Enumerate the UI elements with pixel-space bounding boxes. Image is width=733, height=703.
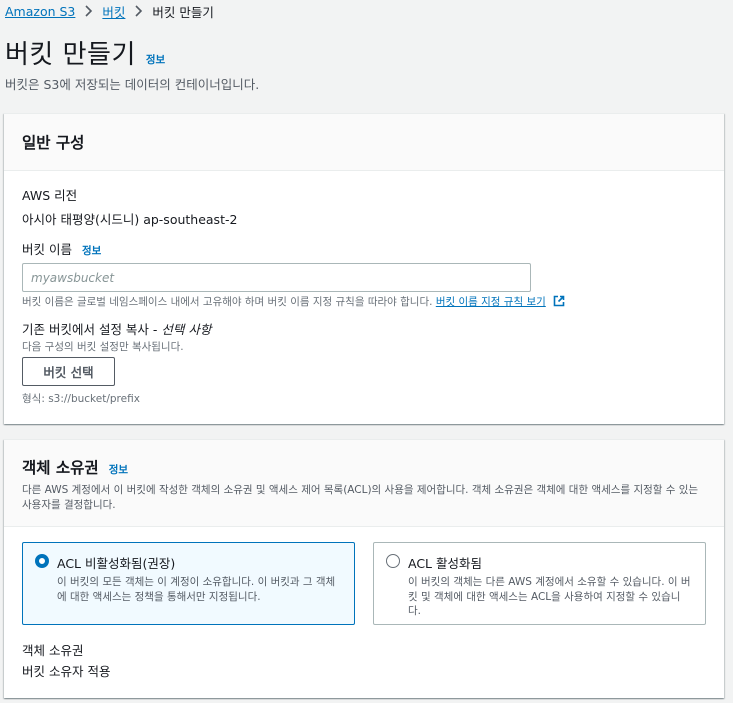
option-acl-enabled-desc: 이 버킷의 객체는 다른 AWS 계정에서 소유할 수 있습니다. 이 버킷 및…: [408, 576, 691, 617]
chevron-right-icon: [134, 5, 143, 17]
copy-settings-label-main: 기존 버킷에서 설정 복사 -: [22, 322, 158, 337]
choose-bucket-button[interactable]: 버킷 선택: [22, 357, 115, 386]
object-ownership-info-link[interactable]: 정보: [109, 462, 128, 477]
copy-settings-optional: 선택 사항: [161, 322, 212, 337]
object-owner-value: 버킷 소유자 적용: [22, 664, 111, 679]
object-ownership-panel: 객체 소유권 정보 다른 AWS 계정에서 이 버킷에 작성한 객체의 소유권 …: [4, 439, 724, 698]
breadcrumb: Amazon S3 버킷 버킷 만들기: [5, 2, 214, 20]
breadcrumb-amazon-s3[interactable]: Amazon S3: [5, 4, 75, 19]
bucket-name-help: 버킷 이름은 글로벌 네임스페이스 내에서 고유해야 하며 버킷 이름 지정 규…: [22, 294, 565, 310]
region-label: AWS 리전: [22, 188, 78, 203]
external-link-icon[interactable]: [553, 295, 565, 310]
bucket-name-info-link[interactable]: 정보: [82, 243, 101, 258]
object-owner-label: 객체 소유권: [22, 643, 84, 658]
general-config-panel: 일반 구성 AWS 리전 아시아 태평양(시드니) ap-southeast-2…: [4, 113, 724, 424]
copy-settings-desc: 다음 구성의 버킷 설정만 복사됩니다.: [22, 341, 184, 353]
object-ownership-heading: 객체 소유권: [22, 459, 99, 477]
region-value: 아시아 태평양(시드니) ap-southeast-2: [22, 212, 238, 227]
option-acl-disabled-desc: 이 버킷의 모든 객체는 이 계정이 소유합니다. 이 버킷과 그 객체에 대한…: [57, 576, 336, 603]
breadcrumb-buckets[interactable]: 버킷: [102, 2, 125, 21]
page-info-link[interactable]: 정보: [146, 52, 165, 67]
naming-rules-link[interactable]: 버킷 이름 지정 규칙 보기: [436, 296, 546, 308]
bucket-name-input[interactable]: [22, 263, 531, 292]
object-ownership-title-row: 객체 소유권 정보: [22, 456, 706, 478]
object-ownership-header: 객체 소유권 정보 다른 AWS 계정에서 이 버킷에 작성한 객체의 소유권 …: [4, 440, 724, 527]
general-config-heading: 일반 구성: [22, 134, 85, 152]
format-hint: 형식: s3://bucket/prefix: [22, 393, 140, 405]
copy-settings-label: 기존 버킷에서 설정 복사 - 선택 사항: [22, 319, 211, 338]
general-config-body: AWS 리전 아시아 태평양(시드니) ap-southeast-2 버킷 이름…: [4, 171, 724, 424]
option-acl-enabled-title: ACL 활성화됨: [408, 556, 482, 571]
bucket-name-help-text: 버킷 이름은 글로벌 네임스페이스 내에서 고유해야 하며 버킷 이름 지정 규…: [22, 296, 433, 308]
option-acl-disabled[interactable]: ACL 비활성화됨(권장) 이 버킷의 모든 객체는 이 계정이 소유합니다. …: [22, 542, 355, 625]
radio-selected-icon[interactable]: [35, 554, 49, 568]
option-acl-disabled-title: ACL 비활성화됨(권장): [57, 556, 176, 571]
page-header: 버킷 만들기 정보: [5, 34, 165, 71]
page-title: 버킷 만들기: [5, 40, 136, 70]
option-acl-enabled[interactable]: ACL 활성화됨 이 버킷의 객체는 다른 AWS 계정에서 소유할 수 있습니…: [373, 542, 706, 625]
chevron-right-icon: [84, 5, 93, 17]
page-description: 버킷은 S3에 저장되는 데이터의 컨테이너입니다.: [5, 77, 260, 92]
ownership-options: ACL 비활성화됨(권장) 이 버킷의 모든 객체는 이 계정이 소유합니다. …: [22, 542, 706, 626]
object-ownership-description: 다른 AWS 계정에서 이 버킷에 작성한 객체의 소유권 및 액세스 제어 목…: [22, 484, 699, 511]
general-config-header: 일반 구성: [4, 114, 724, 171]
radio-unselected-icon[interactable]: [386, 554, 400, 568]
breadcrumb-current: 버킷 만들기: [152, 4, 214, 20]
bucket-name-label-row: 버킷 이름 정보: [22, 239, 101, 258]
bucket-name-label: 버킷 이름: [22, 242, 72, 257]
